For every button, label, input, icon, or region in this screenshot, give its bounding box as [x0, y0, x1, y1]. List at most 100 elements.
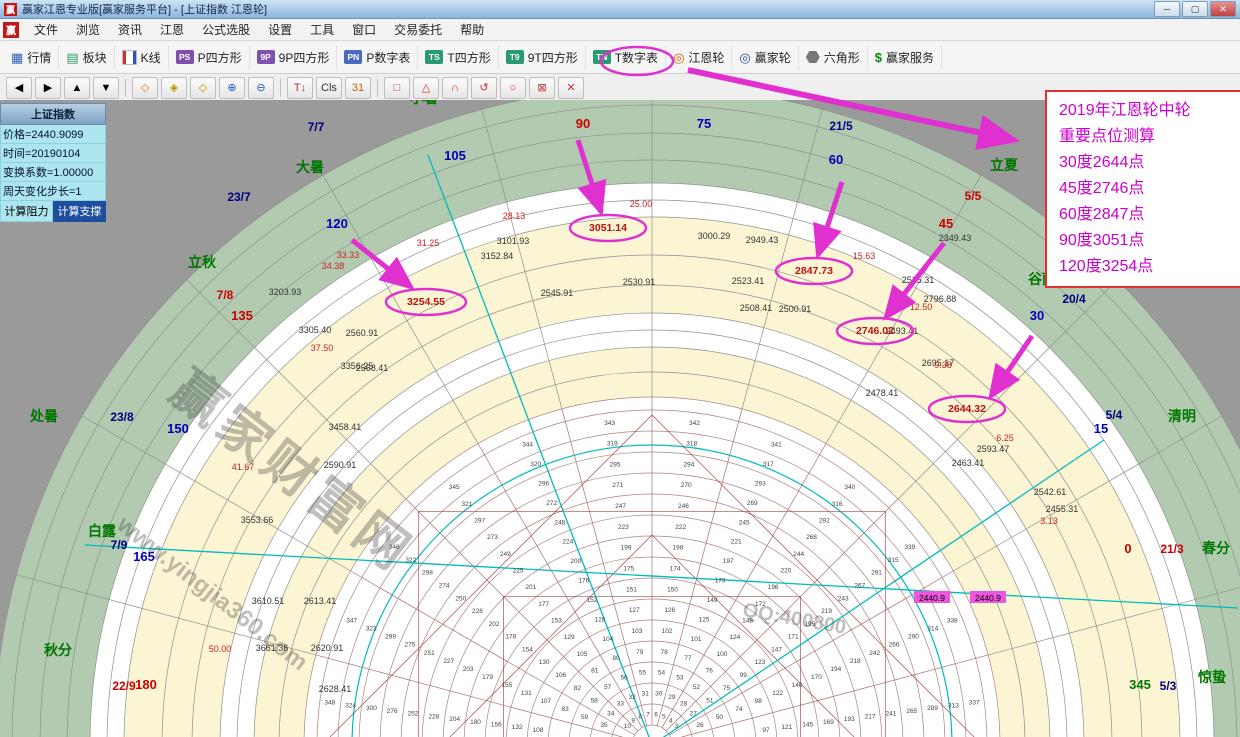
- wheel-number: 176: [578, 578, 589, 585]
- degree-label: 165: [133, 549, 155, 564]
- wheel-number: 346: [389, 544, 400, 551]
- wheel-number: 313: [948, 702, 959, 709]
- wheel-price-value: 2542.61: [1034, 487, 1067, 497]
- arc-tool-icon[interactable]: ∩: [442, 77, 468, 99]
- zoom-in-icon[interactable]: ⊕: [219, 77, 245, 99]
- wheel-key-value: 2847.73: [795, 265, 833, 277]
- wheel-number: 271: [612, 482, 623, 489]
- wheel-number: 274: [439, 583, 450, 590]
- toolbar-item[interactable]: PNP数字表: [337, 45, 418, 70]
- wheel-number: 169: [823, 719, 834, 726]
- wheel-number: 131: [521, 690, 532, 697]
- wheel-number: 32: [628, 694, 636, 701]
- maximize-button[interactable]: ▢: [1182, 1, 1208, 17]
- wheel-number: 316: [832, 501, 843, 508]
- wheel-number: 99: [740, 672, 748, 679]
- wheel-ratio-value: 34.38: [322, 261, 345, 271]
- sidebar-row: 价格=2440.9099: [0, 125, 106, 144]
- wheel-ratio-value: 33.33: [337, 250, 360, 260]
- highlighted-cell-value: 2440.9: [919, 593, 945, 603]
- toolbar-item[interactable]: ◎江恩轮: [666, 45, 732, 70]
- clear-tool-icon[interactable]: Cls: [316, 77, 342, 99]
- wheel-number: 3: [675, 723, 679, 730]
- degree-label: 45: [939, 216, 953, 231]
- app-logo-icon: 赢: [4, 3, 17, 16]
- wheel-price-value: 2515.31: [902, 275, 935, 285]
- wheel-number: 270: [681, 482, 692, 489]
- toolbar-item[interactable]: T99T四方形: [499, 45, 586, 70]
- triangle-tool-icon[interactable]: △: [413, 77, 439, 99]
- toolbar-item[interactable]: 六角形: [799, 45, 868, 70]
- solar-term-label: 大暑: [296, 159, 324, 175]
- nav-down-icon[interactable]: ▼: [93, 77, 119, 99]
- minimize-button[interactable]: ─: [1154, 1, 1180, 17]
- toolbar-item[interactable]: TST四方形: [418, 45, 498, 70]
- wheel-number: 8: [638, 713, 642, 720]
- menu-item[interactable]: 资讯: [109, 19, 151, 40]
- diamond-tool2-icon[interactable]: ◇: [190, 77, 216, 99]
- wheel-number: 204: [449, 716, 460, 723]
- wheel-number: 103: [632, 628, 643, 635]
- nav-right-icon[interactable]: ▶: [35, 77, 61, 99]
- toolbar-item[interactable]: ◎赢家轮: [732, 45, 798, 70]
- diamond-fill-tool-icon[interactable]: ◈: [161, 77, 187, 99]
- wheel-number: 35: [600, 722, 608, 729]
- toolbar-item[interactable]: PSP四方形: [169, 45, 250, 70]
- wheel-ratio-value: 28.13: [503, 211, 526, 221]
- wheel-price-value: 3000.29: [698, 231, 731, 241]
- wheel-number: 222: [675, 524, 686, 531]
- toolbar-item-label: P数字表: [366, 49, 410, 66]
- wheel-number: 177: [538, 601, 549, 608]
- wheel-number: 298: [422, 570, 433, 577]
- wheel-price-value: 3203.93: [269, 287, 302, 297]
- circle-tool-icon[interactable]: ○: [500, 77, 526, 99]
- toolbar-item[interactable]: ▤板块: [59, 45, 114, 70]
- calendar-icon[interactable]: 31: [345, 77, 371, 99]
- calc-resistance-button[interactable]: 计算阻力: [0, 201, 53, 222]
- menu-item[interactable]: 帮助: [451, 19, 493, 40]
- rotate-tool-icon[interactable]: ↺: [471, 77, 497, 99]
- rect-tool-icon[interactable]: □: [384, 77, 410, 99]
- wheel-number: 217: [865, 713, 876, 720]
- text-tool-icon[interactable]: T↓: [287, 77, 313, 99]
- wheel-number: 321: [462, 501, 473, 508]
- toolbar-item[interactable]: ▦行情: [4, 45, 59, 70]
- menu-item[interactable]: 工具: [301, 19, 343, 40]
- degree-label: 150: [167, 421, 189, 436]
- toolbar-item[interactable]: K线: [115, 45, 169, 70]
- degree-label: 90: [576, 116, 590, 131]
- degree-label: 60: [829, 152, 843, 167]
- wheel-ratio-value: 31.25: [417, 238, 440, 248]
- nav-up-icon[interactable]: ▲: [64, 77, 90, 99]
- calc-support-button[interactable]: 计算支撑: [53, 201, 106, 222]
- menu-item[interactable]: 文件: [25, 19, 67, 40]
- wheel-number: 226: [472, 608, 483, 615]
- wheel-number: 59: [581, 714, 589, 721]
- toolbar-item[interactable]: 9P9P四方形: [250, 45, 338, 70]
- diamond-tool-icon[interactable]: ◇: [132, 77, 158, 99]
- date-label: 7/8: [217, 288, 234, 302]
- toolbar-separator: [377, 79, 378, 97]
- wheel-number: 200: [570, 558, 581, 565]
- wheel-number: 341: [771, 442, 782, 449]
- menu-item[interactable]: 交易委托: [385, 19, 451, 40]
- menu-item[interactable]: 江恩: [151, 19, 193, 40]
- wheel-number: 124: [729, 634, 740, 641]
- wheel-number: 342: [689, 420, 700, 427]
- zoom-out-icon[interactable]: ⊖: [248, 77, 274, 99]
- wheel-ratio-value: 12.50: [910, 302, 933, 312]
- toolbar-item[interactable]: $赢家服务: [868, 45, 942, 70]
- toolbar-item[interactable]: TNT数字表: [586, 45, 666, 70]
- erase-tool-icon[interactable]: ✕: [558, 77, 584, 99]
- menu-item[interactable]: 设置: [259, 19, 301, 40]
- wheel-number: 102: [662, 628, 673, 635]
- wheel-number: 132: [512, 724, 523, 731]
- menu-item[interactable]: 窗口: [343, 19, 385, 40]
- wheel-ratio-value: 25.00: [630, 199, 653, 209]
- menu-item[interactable]: 浏览: [67, 19, 109, 40]
- delete-tool-icon[interactable]: ⊠: [529, 77, 555, 99]
- close-button[interactable]: ✕: [1210, 1, 1236, 17]
- wheel-price-value: 2463.41: [952, 458, 985, 468]
- menu-item[interactable]: 公式选股: [193, 19, 259, 40]
- nav-left-icon[interactable]: ◀: [6, 77, 32, 99]
